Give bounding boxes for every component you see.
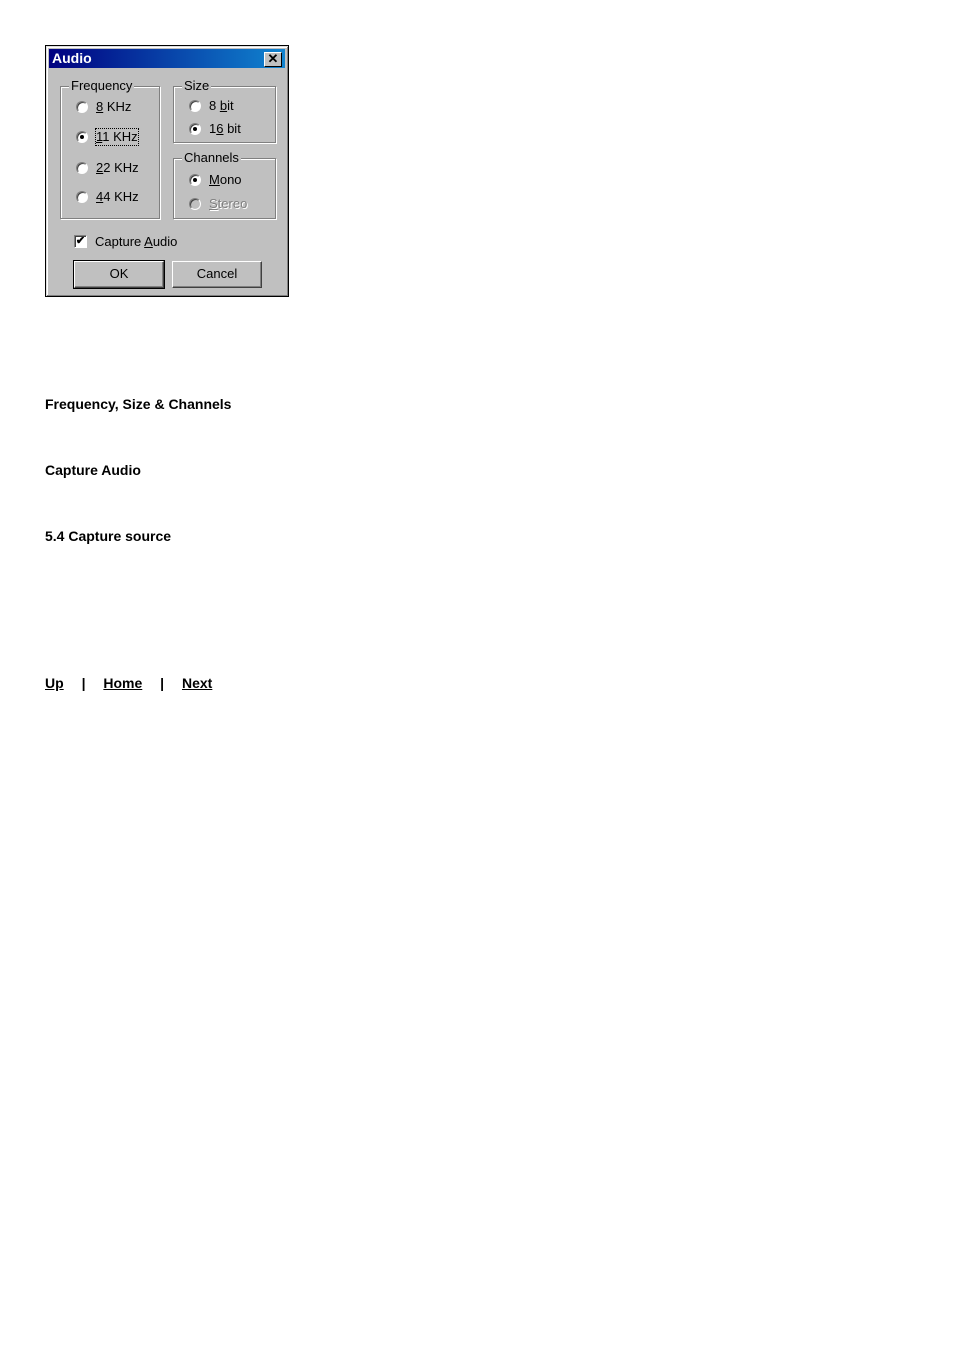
radio-44khz[interactable]: 44 KHz [76,189,139,205]
radio-button[interactable] [76,191,88,203]
close-icon: ✕ [267,51,279,66]
nav-home-link[interactable]: Home [103,675,142,691]
frequency-label: Frequency [69,78,135,94]
radio-button[interactable] [76,131,88,143]
nav-separator: | [160,675,165,691]
radio-label: 16 bit [209,121,241,136]
nav-next-link[interactable]: Next [182,675,212,691]
radio-8khz[interactable]: 8 KHz [76,99,131,115]
radio-label: 8 KHz [96,99,132,114]
nav-separator: | [81,675,86,691]
radio-8bit[interactable]: 8 bit [189,98,234,114]
radio-label: 11 KHz [95,128,139,146]
radio-22khz[interactable]: 22 KHz [76,160,139,176]
navigation-bar: Up | Home | Next [45,675,212,691]
checkbox-label: Capture Audio [95,234,178,249]
radio-label: 8 bit [209,98,234,113]
heading-capture-audio: Capture Audio [45,462,141,478]
radio-button[interactable] [189,100,201,112]
radio-button[interactable] [76,101,88,113]
radio-label: Stereo [209,196,248,211]
radio-button[interactable] [76,162,88,174]
radio-16bit[interactable]: 16 bit [189,121,241,137]
nav-up-link[interactable]: Up [45,675,64,691]
checkbox[interactable]: ✔ [74,235,87,248]
close-button[interactable]: ✕ [264,52,282,67]
radio-label: 44 KHz [96,189,139,204]
radio-button[interactable] [189,123,201,135]
radio-mono[interactable]: Mono [189,172,242,188]
heading-frequency-size-channels: Frequency, Size & Channels [45,396,232,412]
channels-label: Channels [182,150,241,166]
title-bar: Audio ✕ [49,49,285,68]
radio-label: 22 KHz [96,160,139,175]
radio-11khz[interactable]: 11 KHz [76,128,139,146]
radio-button[interactable] [189,174,201,186]
capture-audio-checkbox[interactable]: ✔ Capture Audio [74,234,177,249]
checkmark-icon: ✔ [75,235,86,247]
audio-dialog: Audio ✕ Frequency 8 KHz 11 KHz 22 KHz 44… [45,45,289,297]
radio-stereo: Stereo [189,196,247,212]
heading-capture-source: 5.4 Capture source [45,528,172,544]
dialog-title: Audio [52,50,92,66]
ok-button[interactable]: OK [73,260,165,289]
size-label: Size [182,78,212,94]
radio-label: Mono [209,172,242,187]
radio-button [189,198,201,210]
cancel-button[interactable]: Cancel [172,261,262,288]
